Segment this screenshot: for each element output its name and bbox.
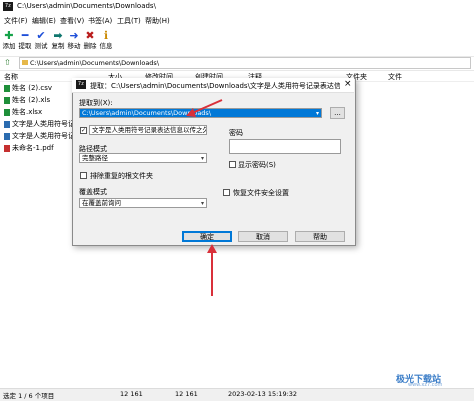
- status-packed-size: 12 161: [175, 390, 198, 398]
- status-selection: 选定 1 / 6 个项目: [3, 392, 55, 400]
- annotation-arrows: [186, 99, 223, 296]
- status-size: 12 161: [120, 390, 143, 398]
- arrow-to-ok-button: [207, 244, 217, 296]
- watermark-url: www.xz7.com: [408, 382, 443, 388]
- arrow-to-extract-path: [186, 99, 223, 117]
- status-datetime: 2023-02-13 15:19:32: [228, 390, 298, 398]
